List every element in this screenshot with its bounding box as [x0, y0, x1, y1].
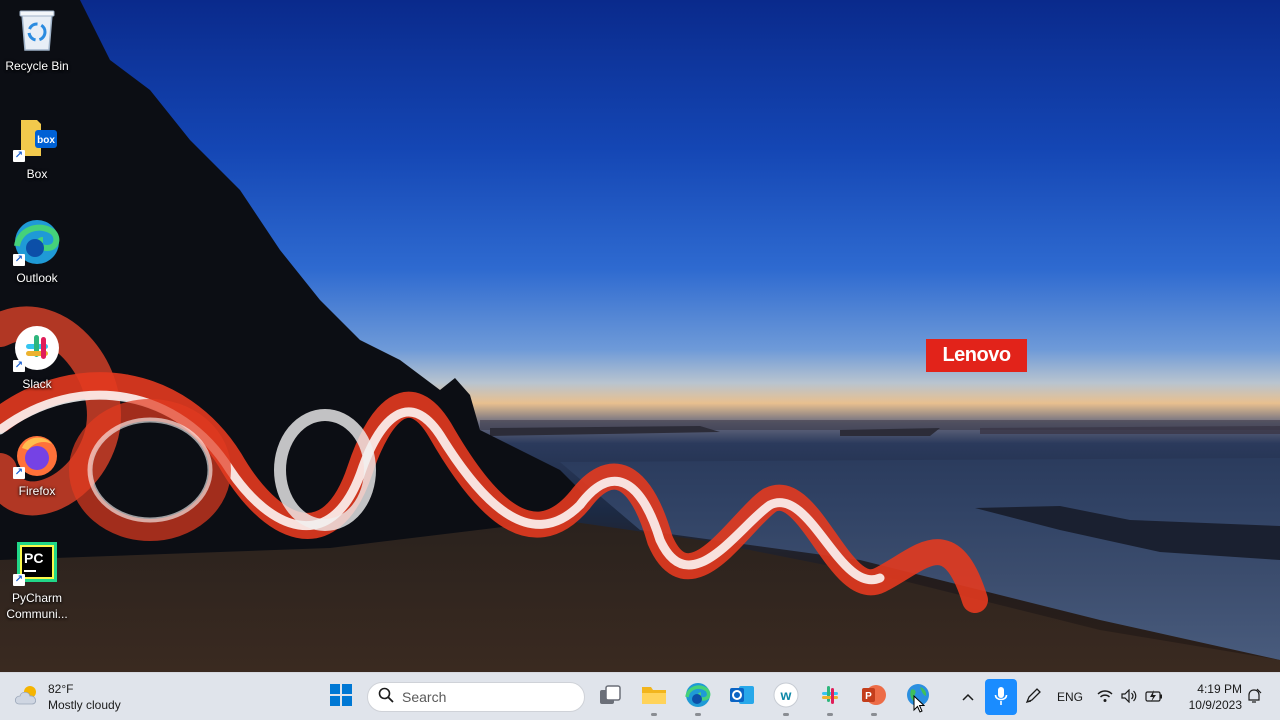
- pen-menu-button[interactable]: [1022, 685, 1044, 709]
- desktop-icon-label: Recycle Bin: [5, 59, 69, 73]
- task-view-button[interactable]: [594, 681, 626, 713]
- desktop-icon-slack[interactable]: ↗ Slack: [2, 324, 72, 392]
- shortcut-arrow-icon: ↗: [13, 360, 25, 372]
- file-explorer-button[interactable]: [638, 681, 670, 716]
- running-indicator: [871, 713, 877, 716]
- volume-icon: [1121, 688, 1137, 706]
- partly-cloudy-icon: [14, 684, 40, 711]
- edge-button[interactable]: [682, 681, 714, 716]
- voice-typing-button[interactable]: [985, 679, 1017, 715]
- shortcut-arrow-icon: ↗: [13, 574, 25, 586]
- desktop-icon-recycle-bin[interactable]: Recycle Bin: [2, 6, 72, 74]
- svg-text:PC: PC: [24, 550, 43, 566]
- running-indicator: [651, 713, 657, 716]
- outlook-button[interactable]: [726, 681, 758, 713]
- battery-charging-icon: [1145, 689, 1163, 706]
- desktop-icon-label: Slack: [22, 377, 52, 391]
- clock-time: 4:19 PM: [1197, 682, 1242, 696]
- desktop-icon-firefox[interactable]: ↗ Firefox: [2, 431, 72, 499]
- clock[interactable]: 4:19 PM 10/9/2023: [1176, 681, 1242, 713]
- language-indicator[interactable]: ENG: [1052, 685, 1088, 709]
- firefox-icon: ↗: [13, 431, 61, 479]
- running-indicator: [783, 713, 789, 716]
- weather-condition: Mostly cloudy: [48, 698, 121, 712]
- webex-icon: w: [773, 682, 799, 713]
- powerpoint-icon: P: [861, 683, 887, 712]
- wifi-icon: [1097, 689, 1113, 706]
- wallpaper-image: [0, 0, 1280, 672]
- desktop-icon-box[interactable]: box ↗ Box: [2, 114, 72, 182]
- running-indicator: [695, 713, 701, 716]
- search-icon: [378, 687, 394, 708]
- microphone-icon: [994, 686, 1008, 709]
- shortcut-arrow-icon: ↗: [13, 467, 25, 479]
- webex-button[interactable]: w: [770, 681, 802, 716]
- chevron-up-icon: [962, 690, 974, 704]
- windows-logo-icon: [330, 683, 352, 711]
- box-icon: box ↗: [13, 114, 61, 162]
- clock-date: 10/9/2023: [1188, 698, 1242, 712]
- pycharm-icon: PC ↗: [13, 538, 61, 586]
- quick-settings-button[interactable]: [1097, 685, 1163, 709]
- slack-button[interactable]: [814, 681, 846, 716]
- svg-text:box: box: [37, 135, 55, 146]
- desktop-icon-pycharm[interactable]: PC ↗ PyCharm Communi...: [2, 538, 72, 622]
- shortcut-arrow-icon: ↗: [13, 150, 25, 162]
- mouse-cursor-icon: [913, 694, 926, 718]
- pen-icon: [1024, 687, 1042, 708]
- weather-widget[interactable]: 82°F Mostly cloudy: [14, 681, 121, 713]
- desktop[interactable]: Lenovo Recycle Bin box ↗ Box ↗ Outlook ↗…: [0, 0, 1280, 672]
- slack-icon: ↗: [13, 324, 61, 372]
- svg-text:w: w: [780, 687, 792, 703]
- taskbar: 82°F Mostly cloudy w P ENG 4:19 PM 10/9/…: [0, 672, 1280, 720]
- task-view-icon: [598, 684, 622, 711]
- show-hidden-icons-button[interactable]: [958, 685, 978, 709]
- language-label: ENG: [1056, 690, 1083, 704]
- recycle-bin-icon: [13, 6, 61, 54]
- outlook-icon: ↗: [13, 218, 61, 266]
- search-input[interactable]: [402, 689, 572, 705]
- desktop-icon-label: Firefox: [18, 484, 56, 498]
- weather-temperature: 82°F: [48, 682, 74, 696]
- desktop-icon-outlook[interactable]: ↗ Outlook: [2, 218, 72, 286]
- notification-bell-icon: [1246, 688, 1262, 707]
- folder-icon: [641, 684, 667, 711]
- powerpoint-button[interactable]: P: [858, 681, 890, 716]
- desktop-icon-label: Outlook: [16, 271, 58, 285]
- desktop-icon-label: Box: [26, 167, 48, 181]
- notifications-button[interactable]: [1244, 685, 1264, 709]
- outlook-icon: [729, 683, 755, 712]
- taskbar-search-box[interactable]: [367, 682, 585, 712]
- start-button[interactable]: [325, 681, 357, 713]
- running-indicator: [827, 713, 833, 716]
- slack-icon: [818, 683, 842, 712]
- desktop-icon-label: PyCharm Communi...: [6, 591, 68, 621]
- edge-icon: [685, 682, 711, 713]
- svg-text:P: P: [865, 691, 872, 702]
- shortcut-arrow-icon: ↗: [13, 254, 25, 266]
- lenovo-logo: Lenovo: [926, 339, 1027, 372]
